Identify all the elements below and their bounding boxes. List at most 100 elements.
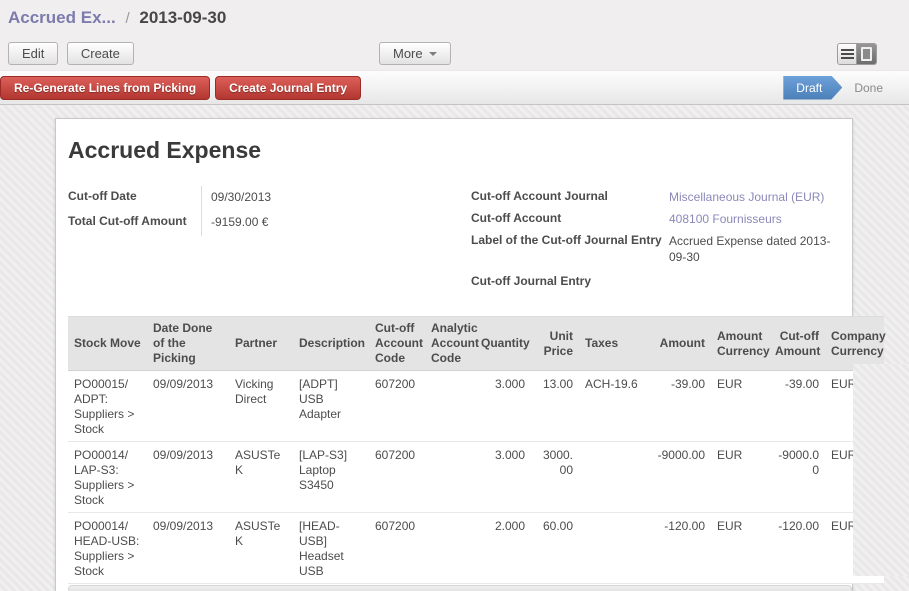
- column-header: Partner: [229, 317, 293, 371]
- cutoff-date-label: Cut-off Date: [68, 186, 201, 211]
- list-view-button[interactable]: [838, 44, 857, 64]
- breadcrumb-separator: /: [125, 10, 129, 27]
- more-label: More: [393, 46, 423, 61]
- table-cell: -120.00: [769, 513, 825, 584]
- cutoff-journal-entry-label: Cut-off Journal Entry: [471, 271, 669, 293]
- table-cell: EUR: [711, 371, 769, 442]
- view-switcher: [837, 43, 877, 65]
- table-cell: -39.00: [769, 371, 825, 442]
- cutoff-date-value: 09/30/2013: [201, 186, 471, 211]
- table-row[interactable]: PO00015/​ADPT: Suppliers > Stock09/09/20…: [68, 371, 884, 442]
- table-cell: ACH-19.6: [579, 371, 646, 442]
- table-cell: 607200: [369, 371, 425, 442]
- cutoff-lines-table: Stock MoveDate Done of the PickingPartne…: [68, 316, 884, 584]
- cutoff-account-label: Cut-off Account: [471, 208, 669, 230]
- content-area: Accrued Expense Cut-off Date 09/30/2013 …: [0, 105, 909, 591]
- table-cell: [LAP-S3] Laptop S3450: [293, 442, 369, 513]
- table-cell: [ADPT] USB Adapter: [293, 371, 369, 442]
- more-dropdown-button[interactable]: More: [379, 42, 451, 65]
- breadcrumb-current: 2013-09-30: [139, 8, 226, 27]
- table-cell: EUR: [711, 513, 769, 584]
- journal-entry-label-value: Accrued Expense dated 2013-09-30: [669, 230, 840, 265]
- table-cell: EUR: [825, 442, 884, 513]
- lines-table-container: Stock MoveDate Done of the PickingPartne…: [68, 316, 884, 591]
- table-cell: 3.000: [475, 371, 531, 442]
- cutoff-account-journal-label: Cut-off Account Journal: [471, 186, 669, 208]
- column-header: Cut-off Account Code: [369, 317, 425, 371]
- table-cell: 3.000: [475, 442, 531, 513]
- caret-down-icon: [429, 52, 437, 60]
- table-cell: PO00014/​HEAD-USB: Suppliers > Stock: [68, 513, 147, 584]
- list-view-icon: [841, 49, 854, 59]
- table-cell: -120.00: [646, 513, 711, 584]
- table-header-row: Stock MoveDate Done of the PickingPartne…: [68, 317, 884, 371]
- table-cell: 607200: [369, 442, 425, 513]
- total-cutoff-amount-value: -9159.00 €: [201, 211, 471, 236]
- horizontal-scrollbar[interactable]: [68, 585, 852, 591]
- column-header: Cut-off Amount: [769, 317, 825, 371]
- top-bar: Accrued Ex... / 2013-09-30: [0, 0, 909, 36]
- table-cell: [HEAD-USB] Headset USB: [293, 513, 369, 584]
- create-journal-entry-button[interactable]: Create Journal Entry: [215, 76, 361, 100]
- table-cell: ASUSTeK: [229, 442, 293, 513]
- table-cell: EUR: [711, 442, 769, 513]
- table-cell: ASUSTeK: [229, 513, 293, 584]
- table-cell: EUR: [825, 371, 884, 442]
- table-cell: 09/09/2013: [147, 442, 229, 513]
- edit-button[interactable]: Edit: [8, 42, 58, 65]
- toolbar: Edit Create More: [0, 36, 909, 70]
- table-cell: 09/09/2013: [147, 371, 229, 442]
- table-cell: 13.00: [531, 371, 579, 442]
- breadcrumb: Accrued Ex... / 2013-09-30: [8, 8, 901, 28]
- table-cell: [579, 442, 646, 513]
- table-cell: -9000.00: [646, 442, 711, 513]
- cutoff-account-link[interactable]: 408100 Fournisseurs: [669, 208, 840, 230]
- table-cell: EUR: [825, 513, 884, 584]
- column-header: Amount Currency: [711, 317, 769, 371]
- column-header: Company Currency: [825, 317, 884, 371]
- table-cell: PO00014/​LAP-S3: Suppliers > Stock: [68, 442, 147, 513]
- column-header: Date Done of the Picking: [147, 317, 229, 371]
- table-cell: -39.00: [646, 371, 711, 442]
- column-header: Taxes: [579, 317, 646, 371]
- field-groups: Cut-off Date 09/30/2013 Total Cut-off Am…: [68, 186, 840, 304]
- state-done: Done: [842, 76, 895, 100]
- table-cell: [425, 371, 475, 442]
- journal-entry-label-label: Label of the Cut-off Journal Entry: [471, 230, 669, 265]
- column-header: Stock Move: [68, 317, 147, 371]
- breadcrumb-parent-link[interactable]: Accrued Ex...: [8, 8, 116, 27]
- column-header: Unit Price: [531, 317, 579, 371]
- page-title: Accrued Expense: [68, 137, 840, 164]
- action-buttons: Re-Generate Lines from Picking Create Jo…: [0, 76, 366, 100]
- table-cell: -9000.00: [769, 442, 825, 513]
- table-cell: [579, 513, 646, 584]
- column-header: Description: [293, 317, 369, 371]
- table-row[interactable]: PO00014/​LAP-S3: Suppliers > Stock09/09/…: [68, 442, 884, 513]
- table-cell: 60.00: [531, 513, 579, 584]
- form-sheet: Accrued Expense Cut-off Date 09/30/2013 …: [55, 118, 853, 591]
- cutoff-account-journal-link[interactable]: Miscellaneous Journal (EUR): [669, 186, 840, 208]
- regenerate-lines-button[interactable]: Re-Generate Lines from Picking: [0, 76, 210, 100]
- table-cell: 607200: [369, 513, 425, 584]
- form-view-icon: [861, 47, 872, 61]
- column-header: Amount: [646, 317, 711, 371]
- field-group-right: Cut-off Account Journal Miscellaneous Jo…: [471, 186, 840, 293]
- table-cell: [425, 442, 475, 513]
- create-button[interactable]: Create: [67, 42, 134, 65]
- column-header: Quantity: [475, 317, 531, 371]
- table-cell: Vicking Direct: [229, 371, 293, 442]
- table-cell: PO00015/​ADPT: Suppliers > Stock: [68, 371, 147, 442]
- field-group-left: Cut-off Date 09/30/2013 Total Cut-off Am…: [68, 186, 471, 236]
- form-view-button[interactable]: [857, 44, 876, 64]
- table-cell: 3000.00: [531, 442, 579, 513]
- table-cell: [425, 513, 475, 584]
- table-row[interactable]: PO00014/​HEAD-USB: Suppliers > Stock09/0…: [68, 513, 884, 584]
- status-bar: Re-Generate Lines from Picking Create Jo…: [0, 70, 909, 105]
- column-header: Analytic Account Code: [425, 317, 475, 371]
- table-cell: 09/09/2013: [147, 513, 229, 584]
- cutoff-journal-entry-value: [669, 271, 840, 293]
- table-cell: 2.000: [475, 513, 531, 584]
- state-indicator: Draft Done: [783, 76, 895, 100]
- state-draft: Draft: [783, 76, 842, 100]
- total-cutoff-amount-label: Total Cut-off Amount: [68, 211, 201, 236]
